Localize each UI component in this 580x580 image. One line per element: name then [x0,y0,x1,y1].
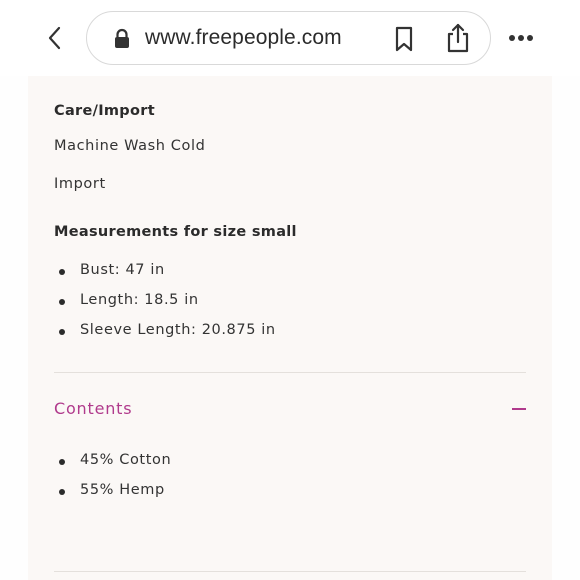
page-margin-left [0,76,28,580]
care-line: Machine Wash Cold [54,138,206,154]
bookmark-icon[interactable] [391,25,417,53]
measurement-text: Bust: 47 in [80,262,165,278]
care-heading: Care/Import [54,103,155,119]
back-button[interactable] [40,22,70,54]
browser-toolbar: www.freepeople.com [0,0,580,76]
more-button[interactable] [504,26,538,50]
measurements-heading: Measurements for size small [54,224,297,240]
url-text: www.freepeople.com [145,26,342,49]
bullet-icon [59,269,65,275]
contents-title: Contents [54,399,133,418]
content-text: 55% Hemp [80,482,165,498]
share-icon[interactable] [444,22,472,54]
section-divider [54,571,526,572]
content-text: 45% Cotton [80,452,172,468]
bullet-icon [59,329,65,335]
lock-icon [115,28,129,48]
measurement-text: Length: 18.5 in [80,292,199,308]
address-bar[interactable]: www.freepeople.com [86,11,491,65]
measurement-text: Sleeve Length: 20.875 in [80,322,276,338]
chevron-left-icon [48,26,61,50]
contents-accordion-toggle[interactable]: Contents [54,396,526,424]
care-line: Import [54,176,106,192]
more-icon [509,35,533,41]
bullet-icon [59,459,65,465]
minus-icon[interactable] [512,408,526,410]
section-divider [54,372,526,373]
bullet-icon [59,489,65,495]
page-margin-right [552,76,580,580]
bullet-icon [59,299,65,305]
